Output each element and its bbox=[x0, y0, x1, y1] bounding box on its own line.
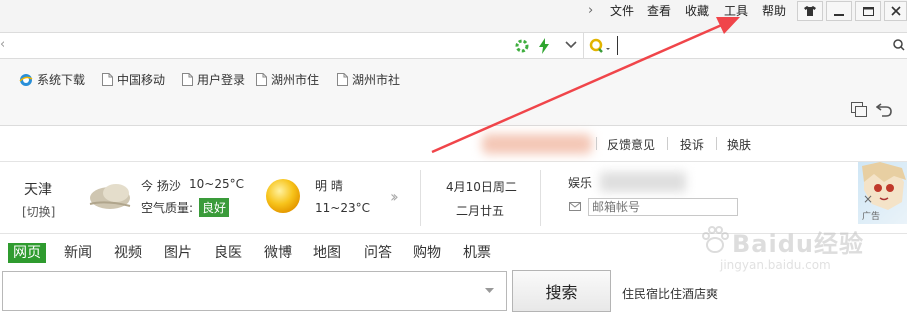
search-icon[interactable] bbox=[893, 39, 905, 51]
mail-account-input[interactable] bbox=[588, 198, 738, 216]
skin-shirt-button[interactable] bbox=[797, 1, 823, 21]
bookmark-label: 用户登录 bbox=[197, 73, 246, 87]
search-engine-icon[interactable] bbox=[589, 38, 613, 54]
engine-search-input[interactable] bbox=[617, 36, 887, 55]
today-weather: 今 扬沙 bbox=[141, 179, 181, 193]
lightning-icon[interactable] bbox=[538, 38, 550, 54]
title-bar: › 文件 查看 收藏 工具 帮助 bbox=[0, 0, 907, 32]
bookmark-item[interactable]: 湖州市社 bbox=[337, 71, 400, 88]
solar-date: 4月10日周二 bbox=[446, 180, 517, 194]
page-icon bbox=[102, 73, 113, 86]
chevron-right-icon[interactable]: › bbox=[588, 3, 593, 18]
city-switch-link[interactable]: [切换] bbox=[22, 203, 55, 220]
shirt-icon bbox=[804, 6, 816, 16]
bookmark-item[interactable]: 用户登录 bbox=[182, 71, 245, 88]
blurred-text bbox=[600, 172, 686, 192]
divider bbox=[540, 170, 541, 226]
menu-view[interactable]: 查看 bbox=[647, 3, 671, 19]
skin-link[interactable]: 换肤 bbox=[727, 136, 751, 153]
bookmark-label: 中国移动 bbox=[117, 73, 166, 87]
divider bbox=[583, 33, 584, 58]
address-bar: ‹ bbox=[0, 32, 907, 59]
ie-globe-icon bbox=[19, 73, 33, 86]
page-icon bbox=[182, 73, 193, 86]
tab-map[interactable]: 地图 bbox=[308, 243, 346, 263]
dropdown-triangle-icon[interactable] bbox=[485, 288, 494, 294]
ad-banner[interactable]: × 广告 bbox=[858, 162, 907, 224]
paw-logo-icon bbox=[702, 226, 729, 253]
search-hint-link[interactable]: 住民宿比住酒店爽 bbox=[622, 285, 718, 302]
divider bbox=[596, 137, 597, 150]
air-quality-label: 空气质量: bbox=[141, 201, 194, 215]
lunar-date: 二月廿五 bbox=[456, 204, 505, 218]
menu-help[interactable]: 帮助 bbox=[762, 3, 786, 19]
chevron-left-icon[interactable]: ‹ bbox=[0, 37, 5, 52]
minimize-button[interactable] bbox=[826, 1, 852, 21]
bookmark-item[interactable]: 中国移动 bbox=[102, 71, 165, 88]
baidu-jingyan-watermark: Baidu经验 jingyan.baidu.com bbox=[700, 222, 900, 282]
watermark-url: jingyan.baidu.com bbox=[720, 258, 831, 272]
url-input[interactable] bbox=[12, 36, 502, 55]
tab-web[interactable]: 网页 bbox=[8, 243, 46, 263]
bookmark-item[interactable]: 湖州市住 bbox=[256, 71, 319, 88]
search-input[interactable] bbox=[7, 278, 477, 304]
tomorrow-weather: 明 晴 bbox=[315, 179, 343, 193]
top-links-bar: 反馈意见 投诉 换肤 bbox=[0, 126, 907, 162]
search-box[interactable] bbox=[2, 271, 507, 311]
tab-weibo[interactable]: 微博 bbox=[259, 243, 297, 263]
sun-icon bbox=[266, 179, 300, 213]
tomorrow-temp: 11~23°C bbox=[315, 201, 370, 215]
minimize-icon bbox=[834, 14, 844, 16]
bookmarks-bar: 系统下载 中国移动 用户登录 湖州市住 湖州市社 bbox=[0, 59, 907, 126]
tab-video[interactable]: 视频 bbox=[109, 243, 147, 263]
bookmark-item[interactable]: 系统下载 bbox=[19, 71, 85, 88]
restore-button[interactable] bbox=[855, 1, 881, 21]
page-icon bbox=[337, 73, 348, 86]
tab-doctor[interactable]: 良医 bbox=[209, 243, 247, 263]
today-temp: 10~25°C bbox=[189, 177, 244, 191]
city-name: 天津 bbox=[24, 182, 52, 198]
menu-favorites[interactable]: 收藏 bbox=[685, 3, 709, 19]
bookmark-label: 湖州市住 bbox=[271, 73, 320, 87]
more-weather-arrow-icon[interactable]: ›› bbox=[390, 187, 399, 206]
feedback-link[interactable]: 反馈意见 bbox=[607, 136, 655, 153]
tab-flights[interactable]: 机票 bbox=[458, 243, 496, 263]
divider bbox=[420, 170, 421, 226]
bookmark-label: 系统下载 bbox=[37, 73, 86, 87]
menu-tools[interactable]: 工具 bbox=[724, 3, 748, 19]
page-icon bbox=[256, 73, 267, 86]
browser-window: › 文件 查看 收藏 工具 帮助 ‹ 系统下载 中国移动 用户登录 湖州市住 湖… bbox=[0, 0, 907, 313]
tab-images[interactable]: 图片 bbox=[159, 243, 197, 263]
tab-shopping[interactable]: 购物 bbox=[408, 243, 446, 263]
screenshot-icon[interactable] bbox=[851, 102, 867, 117]
air-quality-badge: 良好 bbox=[199, 198, 230, 217]
menu-file[interactable]: 文件 bbox=[610, 3, 634, 19]
bookmark-label: 湖州市社 bbox=[352, 73, 401, 87]
divider bbox=[667, 137, 668, 150]
mail-section-label: 娱乐 bbox=[568, 176, 593, 190]
watermark-brand: Baidu经验 bbox=[732, 230, 864, 258]
restore-icon bbox=[862, 7, 874, 16]
complaint-link[interactable]: 投诉 bbox=[680, 136, 704, 153]
blurred-account bbox=[482, 134, 592, 154]
undo-icon[interactable] bbox=[876, 102, 892, 117]
dropdown-chevron-icon[interactable] bbox=[565, 41, 577, 49]
sandstorm-weather-icon bbox=[89, 184, 131, 209]
search-button[interactable]: 搜索 bbox=[512, 270, 611, 312]
close-button[interactable] bbox=[884, 1, 907, 21]
tab-news[interactable]: 新闻 bbox=[59, 243, 97, 263]
divider bbox=[716, 137, 717, 150]
tab-qa[interactable]: 问答 bbox=[359, 243, 397, 263]
ad-tag: 广告 bbox=[862, 212, 881, 222]
ad-close-icon[interactable]: × bbox=[863, 192, 873, 206]
close-icon bbox=[890, 6, 901, 16]
mail-icon bbox=[569, 202, 581, 211]
refresh-spinner-icon[interactable] bbox=[515, 39, 529, 53]
